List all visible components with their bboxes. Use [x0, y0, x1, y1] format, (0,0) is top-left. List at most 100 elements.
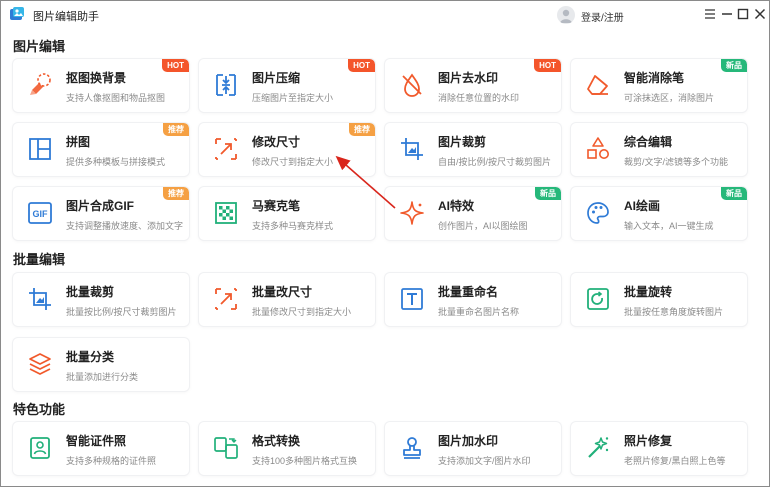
section-title-batch: 批量编辑 [13, 252, 66, 267]
card-name: 智能消除笔 [624, 71, 685, 85]
resize-icon [215, 138, 237, 160]
card-name: 修改尺寸 [252, 135, 301, 149]
card-name: 图片合成GIF [66, 199, 134, 213]
card-name: 批量重命名 [438, 285, 499, 299]
sparkle-icon [400, 201, 424, 225]
card-batch-crop[interactable]: 批量裁剪 批量按比例/按尺寸裁剪图片 [13, 273, 189, 326]
card-compress[interactable]: 图片压缩 压缩图片至指定大小 HOT [199, 59, 375, 112]
section-title-edit: 图片编辑 [13, 39, 66, 54]
card-crop[interactable]: 图片裁剪 自由/按比例/按尺寸裁剪图片 [385, 123, 561, 176]
card-name: AI特效 [438, 199, 475, 213]
rename-icon [401, 288, 423, 310]
card-desc: 可涂抹选区，消除图片 [624, 93, 715, 103]
user-icon [560, 9, 572, 23]
hot-badge: HOT [348, 59, 375, 72]
card-desc: 批量重命名图片名称 [438, 307, 520, 317]
card-batch-classify[interactable]: 批量分类 批量添加进行分类 [13, 338, 189, 391]
eraser-icon [587, 75, 608, 95]
recommend-badge: 推荐 [349, 123, 375, 136]
card-photo-repair[interactable]: 照片修复 老照片修复/黑白照上色等 [571, 422, 747, 475]
card-collage[interactable]: 拼图 提供多种模板与拼接模式 推荐 [13, 123, 189, 176]
crop-icon [401, 138, 423, 160]
batch-resize-icon [215, 288, 237, 310]
new-badge: 新品 [721, 59, 747, 72]
cutout-icon [30, 73, 51, 95]
card-desc: 提供多种模板与拼接模式 [66, 157, 166, 167]
card-gif[interactable]: GIF 图片合成GIF 支持调整播放速度、添加文字 推荐 [13, 187, 189, 240]
card-id-photo[interactable]: 智能证件照 支持多种规格的证件照 [13, 422, 189, 475]
app-logo-icon [10, 7, 24, 20]
card-desc: 老照片修复/黑白照上色等 [624, 456, 726, 466]
gif-icon: GIF [28, 202, 52, 224]
login-register-link[interactable]: 登录/注册 [581, 9, 624, 24]
card-cutout[interactable]: 抠图换背景 支持人像抠图和物品抠图 HOT [13, 59, 189, 112]
card-desc: 压缩图片至指定大小 [252, 93, 334, 103]
card-name: 批量旋转 [624, 285, 673, 299]
close-icon[interactable] [752, 6, 768, 22]
palette-icon [587, 202, 609, 224]
compress-icon [216, 74, 236, 96]
card-desc: 支持多种马赛克样式 [252, 221, 334, 231]
convert-icon [214, 437, 238, 459]
card-batch-rotate[interactable]: 批量旋转 批量按任意角度旋转图片 [571, 273, 747, 326]
maximize-icon[interactable] [735, 6, 751, 22]
title-bar: 图片编辑助手 登录/注册 [1, 1, 769, 31]
card-name: 批量分类 [66, 350, 115, 364]
hot-badge: HOT [162, 59, 189, 72]
app-title: 图片编辑助手 [33, 11, 99, 23]
stamp-icon [403, 437, 421, 459]
card-name: 照片修复 [624, 434, 673, 448]
rotate-icon [587, 288, 609, 310]
card-name: 综合编辑 [624, 135, 673, 149]
card-comprehensive-edit[interactable]: 综合编辑 裁剪/文字/滤镜等多个功能 [571, 123, 747, 176]
avatar[interactable] [557, 6, 575, 24]
card-name: 图片去水印 [438, 71, 499, 85]
card-format-convert[interactable]: 格式转换 支持100多种图片格式互换 [199, 422, 375, 475]
new-badge: 新品 [535, 187, 561, 200]
card-mosaic[interactable]: 马赛克笔 支持多种马赛克样式 [199, 187, 375, 240]
card-desc: 批量按比例/按尺寸裁剪图片 [66, 307, 177, 317]
collage-icon [29, 138, 51, 160]
card-desc: 支持多种规格的证件照 [66, 456, 157, 466]
card-desc: 修改尺寸到指定大小 [252, 157, 334, 167]
card-desc: 自由/按比例/按尺寸裁剪图片 [438, 157, 552, 167]
minimize-icon[interactable] [719, 6, 735, 22]
card-name: 图片加水印 [438, 434, 499, 448]
card-name: 马赛克笔 [252, 199, 301, 213]
recommend-badge: 推荐 [163, 123, 189, 136]
card-name: AI绘画 [624, 199, 661, 213]
card-batch-rename[interactable]: 批量重命名 批量重命名图片名称 [385, 273, 561, 326]
card-name: 图片压缩 [252, 71, 301, 85]
svg-text:GIF: GIF [33, 209, 49, 219]
remove-watermark-icon [402, 73, 422, 97]
card-desc: 裁剪/文字/滤镜等多个功能 [624, 157, 729, 167]
card-smart-eraser[interactable]: 智能消除笔 可涂抹选区，消除图片 新品 [571, 59, 747, 112]
card-batch-resize[interactable]: 批量改尺寸 批量修改尺寸到指定大小 [199, 273, 375, 326]
card-name: 图片裁剪 [438, 135, 487, 149]
mosaic-icon [215, 202, 237, 224]
batch-crop-icon [29, 288, 51, 310]
card-ai-effects[interactable]: AI特效 创作图片，AI以图绘图 新品 [385, 187, 561, 240]
app-window: 图片编辑助手 登录/注册 图片编辑 抠图换背景 支持人像抠图和物品抠图 HOT … [0, 0, 770, 487]
card-ai-painting[interactable]: AI绘画 输入文本，AI一键生成 新品 [571, 187, 747, 240]
card-name: 格式转换 [252, 434, 301, 448]
layers-icon [29, 353, 51, 375]
card-desc: 批量添加进行分类 [66, 372, 139, 382]
card-add-watermark[interactable]: 图片加水印 支持添加文字/图片水印 [385, 422, 561, 475]
card-desc: 输入文本，AI一键生成 [624, 221, 714, 231]
card-desc: 消除任意位置的水印 [438, 93, 520, 103]
hot-badge: HOT [534, 59, 561, 72]
card-desc: 支持人像抠图和物品抠图 [66, 93, 166, 103]
id-photo-icon [30, 437, 50, 459]
card-name: 批量裁剪 [66, 285, 115, 299]
magic-wand-icon [588, 437, 609, 458]
card-name: 拼图 [66, 135, 91, 149]
new-badge: 新品 [721, 187, 747, 200]
card-remove-watermark[interactable]: 图片去水印 消除任意位置的水印 HOT [385, 59, 561, 112]
card-name: 智能证件照 [66, 434, 127, 448]
recommend-badge: 推荐 [163, 187, 189, 200]
card-resize[interactable]: 修改尺寸 修改尺寸到指定大小 推荐 [199, 123, 375, 176]
menu-icon[interactable] [702, 6, 718, 22]
card-desc: 批量修改尺寸到指定大小 [252, 307, 352, 317]
card-desc: 支持调整播放速度、添加文字 [66, 221, 184, 231]
